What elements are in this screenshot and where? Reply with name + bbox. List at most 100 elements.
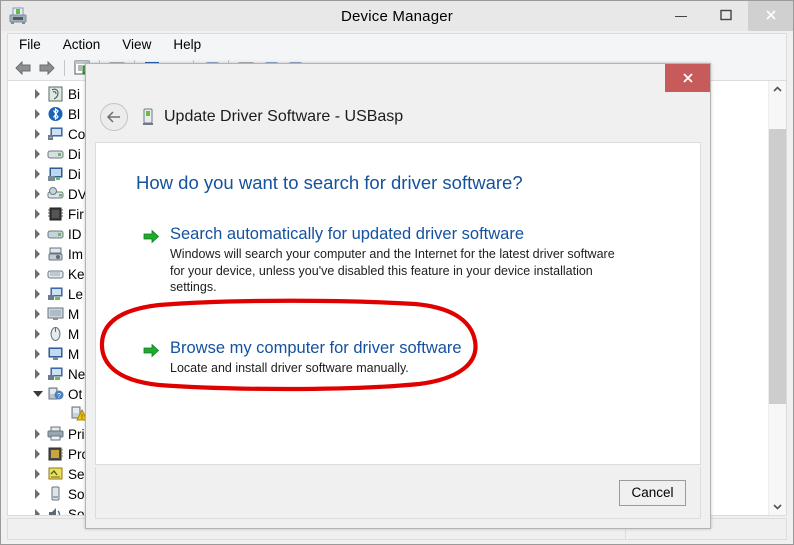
collapsed-twisty-icon[interactable] bbox=[32, 88, 44, 100]
scroll-down-icon[interactable] bbox=[769, 498, 786, 515]
forward-arrow-icon[interactable] bbox=[36, 57, 58, 79]
option-text: Search automatically for updated driver … bbox=[170, 224, 622, 296]
dialog-body: How do you want to search for driver sof… bbox=[95, 142, 701, 465]
collapsed-twisty-icon[interactable] bbox=[32, 468, 44, 480]
collapsed-twisty-icon[interactable] bbox=[32, 228, 44, 240]
tree-item-label: M bbox=[68, 307, 79, 322]
usb-device-icon bbox=[139, 107, 157, 127]
ide-controller-icon bbox=[47, 226, 64, 242]
maximize-button[interactable] bbox=[703, 1, 748, 31]
collapsed-twisty-icon[interactable] bbox=[32, 368, 44, 380]
tree-item-label: So bbox=[68, 507, 85, 517]
option-text: Browse my computer for driver software L… bbox=[170, 338, 462, 377]
toolbar-separator bbox=[64, 60, 65, 76]
tree-item-label: Le bbox=[68, 287, 83, 302]
tree-item-label: Di bbox=[68, 147, 81, 162]
collapsed-twisty-icon[interactable] bbox=[32, 188, 44, 200]
svg-text:!: ! bbox=[81, 414, 83, 421]
tree-item-label: Pri bbox=[68, 427, 85, 442]
option-title[interactable]: Browse my computer for driver software bbox=[170, 338, 462, 358]
vertical-scrollbar[interactable] bbox=[768, 81, 786, 515]
tree-item-label: M bbox=[68, 347, 79, 362]
collapsed-twisty-icon[interactable] bbox=[32, 508, 44, 516]
scroll-up-icon[interactable] bbox=[769, 81, 786, 98]
close-icon bbox=[765, 9, 777, 23]
green-arrow-icon bbox=[142, 341, 161, 360]
collapsed-twisty-icon[interactable] bbox=[32, 168, 44, 180]
bluetooth-icon bbox=[47, 106, 64, 122]
collapsed-twisty-icon[interactable] bbox=[32, 488, 44, 500]
collapsed-twisty-icon[interactable] bbox=[32, 108, 44, 120]
menu-item-view[interactable]: View bbox=[111, 35, 162, 54]
dvd-drive-icon bbox=[47, 186, 64, 202]
back-arrow-icon[interactable] bbox=[12, 57, 34, 79]
collapsed-twisty-icon[interactable] bbox=[32, 288, 44, 300]
collapsed-twisty-icon[interactable] bbox=[32, 248, 44, 260]
network-adapter-icon bbox=[47, 366, 64, 382]
menu-item-action[interactable]: Action bbox=[52, 35, 112, 54]
tree-item-label: M bbox=[68, 327, 79, 342]
other-devices-icon: ? bbox=[47, 386, 64, 402]
tree-item-label: Im bbox=[68, 247, 83, 262]
tree-item-label: Fir bbox=[68, 207, 84, 222]
dialog-header: Update Driver Software - USBasp bbox=[86, 92, 710, 142]
sound-device-icon bbox=[47, 506, 64, 516]
option-title[interactable]: Search automatically for updated driver … bbox=[170, 224, 622, 244]
tree-item-label: Co bbox=[68, 127, 85, 142]
tree-item-label: Di bbox=[68, 167, 81, 182]
dialog-heading: How do you want to search for driver sof… bbox=[136, 172, 700, 194]
display-icon bbox=[47, 346, 64, 362]
tree-item-label: So bbox=[68, 487, 85, 502]
collapsed-twisty-icon[interactable] bbox=[32, 348, 44, 360]
back-button[interactable] bbox=[100, 103, 128, 131]
menu-item-file[interactable]: File bbox=[8, 35, 52, 54]
tree-item-label: Bi bbox=[68, 87, 80, 102]
no-twisty bbox=[56, 408, 68, 420]
option-browse-my-computer[interactable]: Browse my computer for driver software L… bbox=[142, 338, 700, 377]
update-driver-dialog: Update Driver Software - USBasp How do y… bbox=[85, 63, 711, 529]
maximize-icon bbox=[720, 9, 732, 23]
collapsed-twisty-icon[interactable] bbox=[32, 328, 44, 340]
collapsed-twisty-icon[interactable] bbox=[32, 128, 44, 140]
menu-item-help[interactable]: Help bbox=[162, 35, 212, 54]
title-bar: Device Manager bbox=[1, 1, 793, 31]
minimize-button[interactable] bbox=[658, 1, 703, 31]
collapsed-twisty-icon[interactable] bbox=[32, 148, 44, 160]
disk-drive-icon bbox=[47, 146, 64, 162]
display-adapter-icon bbox=[47, 166, 64, 182]
sensor-icon bbox=[47, 466, 64, 482]
dialog-title-bar bbox=[86, 64, 710, 92]
monitor-icon bbox=[47, 306, 64, 322]
collapsed-twisty-icon[interactable] bbox=[32, 428, 44, 440]
option-description: Locate and install driver software manua… bbox=[170, 360, 462, 377]
expanded-twisty-icon[interactable] bbox=[32, 388, 44, 400]
processor-icon bbox=[47, 446, 64, 462]
biometric-icon bbox=[47, 86, 64, 102]
scrollbar-thumb[interactable] bbox=[769, 129, 786, 404]
imaging-device-icon bbox=[47, 246, 64, 262]
cancel-button[interactable]: Cancel bbox=[619, 480, 686, 506]
tree-item-label: Se bbox=[68, 467, 85, 482]
device-manager-icon bbox=[7, 5, 29, 27]
dialog-close-button[interactable] bbox=[665, 64, 710, 92]
minimize-icon bbox=[675, 16, 687, 17]
collapsed-twisty-icon[interactable] bbox=[32, 448, 44, 460]
option-search-automatically[interactable]: Search automatically for updated driver … bbox=[142, 224, 700, 296]
collapsed-twisty-icon[interactable] bbox=[32, 308, 44, 320]
collapsed-twisty-icon[interactable] bbox=[32, 268, 44, 280]
keyboard-icon bbox=[47, 266, 64, 282]
close-button[interactable] bbox=[748, 1, 793, 31]
legacy-device-icon bbox=[47, 286, 64, 302]
firmware-icon bbox=[47, 206, 64, 222]
window-controls bbox=[658, 1, 793, 31]
software-device-icon bbox=[47, 486, 64, 502]
mouse-icon bbox=[47, 326, 64, 342]
tree-item-label: ID bbox=[68, 227, 82, 242]
dialog-title: Update Driver Software - USBasp bbox=[164, 108, 403, 126]
tree-item-label: Ke bbox=[68, 267, 85, 282]
tree-item-label: DV bbox=[68, 187, 87, 202]
dialog-close-icon bbox=[682, 72, 694, 84]
computer-icon bbox=[47, 126, 64, 142]
green-arrow-icon bbox=[142, 227, 161, 246]
collapsed-twisty-icon[interactable] bbox=[32, 208, 44, 220]
